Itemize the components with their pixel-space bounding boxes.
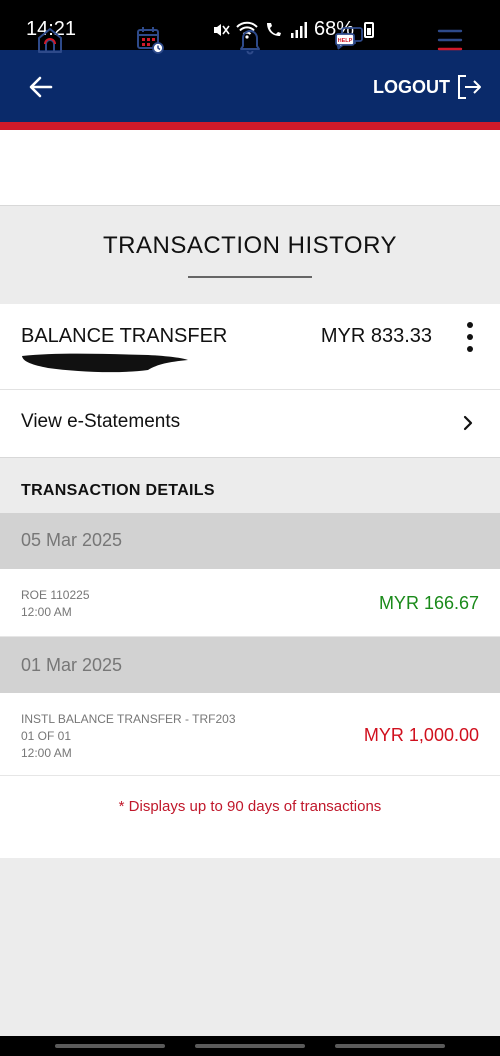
bell-icon [240,30,260,55]
transaction-desc-line: 01 OF 01 [21,729,72,743]
redacted-account-number [22,353,188,373]
transaction-time: 12:00 AM [21,746,72,760]
arrow-left-icon [29,76,53,98]
transaction-desc-line: ROE 110225 [21,588,90,602]
transaction-desc-line: INSTL BALANCE TRANSFER - TRF203 [21,712,236,726]
mute-icon [213,23,230,36]
logout-button[interactable]: LOGOUT [373,72,482,102]
nav-home-button[interactable] [33,24,67,56]
account-balance: MYR 833.33 [320,325,432,347]
back-button[interactable] [26,72,56,102]
signal-icon [290,21,307,38]
title-underline [188,276,312,278]
account-options-button[interactable] [464,322,476,352]
footer-note: * Displays up to 90 days of transactions [118,798,382,815]
nav-notifications-button[interactable] [233,24,267,56]
footer-note-area [0,776,500,858]
estatements-label: View e-Statements [21,411,181,432]
transaction-details-title: TRANSACTION DETAILS [21,482,215,499]
header-accent-line [0,122,500,130]
account-name: BALANCE TRANSFER [21,325,228,347]
date-group-label: 05 Mar 2025 [21,530,123,550]
calendar-clock-icon [137,27,164,54]
help-chat-icon: HELP [335,27,363,50]
page-title: TRANSACTION HISTORY [103,232,397,259]
hamburger-menu-icon [437,29,463,51]
system-home-button[interactable] [195,1044,305,1048]
kebab-dot [467,322,473,328]
home-icon [38,28,62,53]
transaction-description: INSTL BALANCE TRANSFER - TRF203 01 OF 01… [21,711,236,762]
transaction-amount-credit: MYR 166.67 [378,593,479,613]
kebab-dot [467,334,473,340]
nav-menu-button[interactable] [433,24,467,56]
system-back-button[interactable] [335,1044,445,1048]
logout-icon [458,75,481,99]
chevron-right-icon [463,415,473,431]
icon-nav-bar [0,130,500,206]
kebab-dot [467,346,473,352]
transaction-amount-debit: MYR 1,000.00 [363,725,479,745]
nav-calendar-button[interactable] [133,24,167,56]
nav-help-button[interactable]: HELP [333,24,367,56]
system-recents-button[interactable] [55,1044,165,1048]
logout-label: LOGOUT [373,76,450,97]
transaction-description: ROE 110225 12:00 AM [21,587,90,621]
date-group-label: 01 Mar 2025 [21,655,123,675]
transaction-time: 12:00 AM [21,605,72,619]
help-badge-text: HELP [338,38,353,44]
